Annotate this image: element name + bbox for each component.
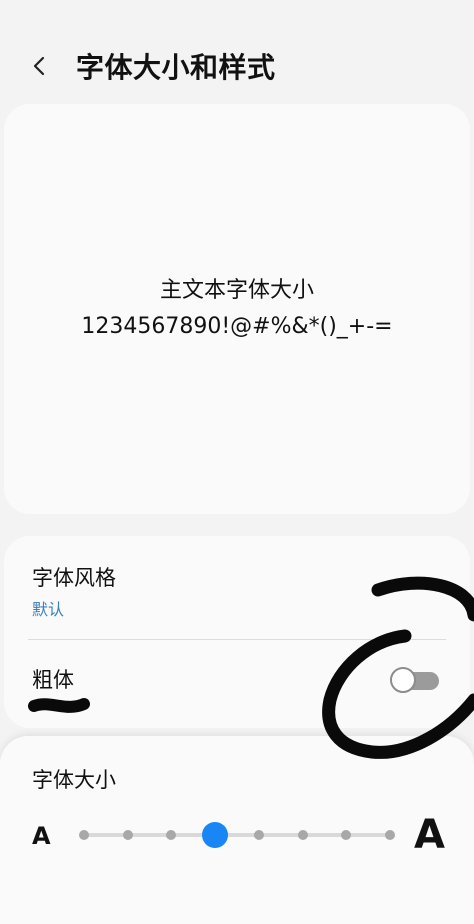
page-title: 字体大小和样式	[76, 51, 276, 84]
bold-row[interactable]: 粗体	[4, 640, 470, 724]
toggle-thumb	[390, 667, 416, 693]
large-a-icon: A	[414, 812, 445, 858]
font-size-style-screen: 字体大小和样式 主文本字体大小 1234567890!@#%&*()_+-= 字…	[0, 0, 474, 924]
header: 字体大小和样式	[0, 0, 474, 120]
chevron-left-icon	[33, 56, 45, 76]
preview-text-line-2: 1234567890!@#%&*()_+-=	[81, 314, 393, 339]
small-a-icon: A	[32, 822, 51, 850]
slider-step-dot[interactable]	[297, 830, 308, 840]
bold-toggle[interactable]	[390, 666, 440, 694]
font-preview-card: 主文本字体大小 1234567890!@#%&*()_+-=	[4, 104, 470, 514]
slider-step-dot[interactable]	[341, 830, 352, 840]
font-style-label: 字体风格	[32, 566, 116, 590]
slider-step-dot[interactable]	[385, 830, 395, 840]
font-size-slider[interactable]	[74, 820, 400, 850]
slider-step-dot[interactable]	[122, 830, 133, 840]
slider-step-dot[interactable]	[253, 830, 264, 840]
slider-knob[interactable]	[202, 822, 229, 848]
font-style-row[interactable]: 字体风格 默认	[4, 536, 470, 636]
bold-label: 粗体	[32, 668, 74, 692]
font-style-value: 默认	[32, 600, 65, 619]
preview-text-line-1: 主文本字体大小	[159, 278, 314, 303]
font-size-panel: 字体大小 A A	[0, 736, 474, 924]
slider-step-dot[interactable]	[79, 830, 89, 840]
font-size-title: 字体大小	[32, 768, 116, 792]
back-button[interactable]	[18, 44, 62, 88]
slider-step-dot[interactable]	[166, 830, 177, 840]
settings-card: 字体风格 默认 粗体	[4, 536, 470, 728]
